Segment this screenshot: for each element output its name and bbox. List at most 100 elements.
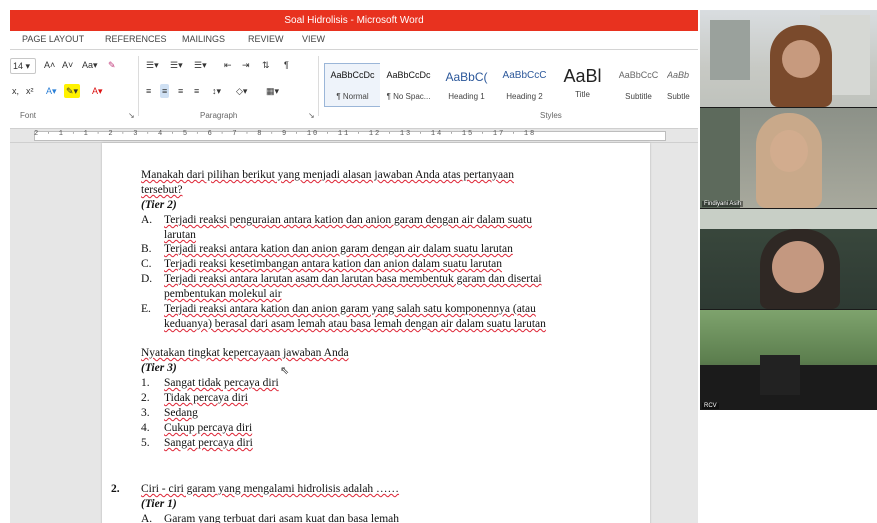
confidence-number: 5.	[141, 437, 150, 449]
participant-video-tile[interactable]: RCV	[700, 310, 877, 410]
increase-indent-icon[interactable]: ⇥	[240, 58, 252, 72]
confidence-option: Sangat percaya diri	[164, 437, 253, 449]
option-letter: A.	[141, 214, 153, 226]
shrink-font-icon[interactable]: A˅	[60, 58, 75, 72]
borders-icon[interactable]: ▦▾	[264, 84, 281, 98]
background-window	[710, 20, 750, 80]
line-spacing-icon[interactable]: ↕▾	[210, 84, 223, 98]
style-preview: AaBbC(	[445, 70, 488, 84]
grow-font-icon[interactable]: A˄	[42, 58, 57, 72]
option-text: Terjadi reaksi kesetimbangan antara kati…	[164, 258, 502, 270]
background-window	[700, 108, 740, 208]
style-name: Title	[575, 90, 590, 99]
text-effects-icon[interactable]: A▾	[44, 84, 59, 98]
divider	[138, 56, 139, 116]
question-prompt-cont: tersebut?	[141, 184, 183, 196]
option-text-cont: larutan	[164, 229, 196, 241]
style-name: Subtitle	[625, 92, 652, 101]
video-participants-panel: Findiyani Asih RCV	[700, 10, 877, 410]
participant-video-tile[interactable]	[700, 10, 877, 107]
style-preview: AaBl	[563, 66, 602, 86]
align-center-icon[interactable]: ≡	[160, 84, 170, 98]
tab-mailings[interactable]: MAILINGS	[182, 34, 225, 44]
tab-page-layout[interactable]: PAGE LAYOUT	[22, 34, 84, 44]
option-letter: C.	[141, 258, 152, 270]
tier-label: (Tier 3)	[141, 362, 177, 374]
divider	[318, 56, 319, 116]
participant-name: RCV	[702, 403, 719, 409]
option-text-cont: keduanya) berasal dari asam lemah atau b…	[164, 318, 546, 330]
participant-video-tile[interactable]	[700, 209, 877, 309]
bullets-icon[interactable]: ☰▾	[144, 58, 161, 72]
screen: Soal Hidrolisis - Microsoft Word PAGE LA…	[0, 0, 877, 523]
style-name: Subtle	[667, 92, 690, 101]
change-case-icon[interactable]: Aa▾	[80, 58, 100, 72]
confidence-number: 1.	[141, 377, 150, 389]
participant-name: Findiyani Asih	[702, 201, 744, 207]
tab-view[interactable]: VIEW	[302, 34, 325, 44]
decrease-indent-icon[interactable]: ⇤	[222, 58, 234, 72]
style-name: ¶ Normal	[336, 92, 369, 101]
subscript-icon[interactable]: x,	[10, 84, 21, 98]
window-title: Soal Hidrolisis - Microsoft Word	[10, 10, 698, 31]
word-window: Soal Hidrolisis - Microsoft Word PAGE LA…	[10, 10, 698, 523]
style-normal[interactable]: AaBbCcDc ¶ Normal	[324, 63, 381, 107]
participant-video-tile[interactable]: Findiyani Asih	[700, 108, 877, 208]
font-size-select[interactable]: 14 ▾	[10, 58, 36, 74]
justify-icon[interactable]: ≡	[192, 84, 201, 98]
confidence-number: 4.	[141, 422, 150, 434]
style-subtle[interactable]: AaBb Subtle	[666, 63, 698, 107]
style-title[interactable]: AaBl Title	[554, 63, 611, 107]
confidence-number: 2.	[141, 392, 150, 404]
numbering-icon[interactable]: ☰▾	[168, 58, 185, 72]
confidence-prompt: Nyatakan tingkat kepercayaan jawaban And…	[141, 347, 349, 359]
clear-formatting-icon[interactable]: ✎	[106, 58, 118, 72]
style-preview: AaBbCcC	[502, 70, 547, 81]
style-heading-1[interactable]: AaBbC( Heading 1	[438, 63, 495, 107]
option-text: Garam yang terbuat dari asam kuat dan ba…	[164, 513, 400, 523]
participant-face	[782, 40, 820, 78]
option-text: Terjadi reaksi antara kation dan anion g…	[164, 303, 536, 315]
style-heading-2[interactable]: AaBbCcC Heading 2	[496, 63, 553, 107]
sort-icon[interactable]: ⇅	[260, 58, 272, 72]
confidence-option: Sangat tidak percaya diri	[164, 377, 279, 389]
participant-face	[770, 130, 808, 172]
option-letter: D.	[141, 273, 153, 285]
style-preview: AaBbCcC	[618, 70, 659, 80]
highlight-icon[interactable]: ✎▾	[64, 84, 81, 98]
tab-references[interactable]: REFERENCES	[105, 34, 167, 44]
style-preview: AaBbCcDc	[330, 70, 375, 80]
style-no-spacing[interactable]: AaBbCcDc ¶ No Spac...	[380, 63, 437, 107]
multilevel-list-icon[interactable]: ☰▾	[192, 58, 209, 72]
style-preview: AaBb	[667, 70, 690, 80]
align-left-icon[interactable]: ≡	[144, 84, 153, 98]
background-ceiling	[700, 209, 877, 229]
shading-icon[interactable]: ◇▾	[234, 84, 249, 98]
confidence-option: Cukup percaya diri	[164, 422, 253, 434]
confidence-option: Tidak percaya diri	[164, 392, 248, 404]
font-color-icon[interactable]: A▾	[90, 84, 105, 98]
superscript-icon[interactable]: x²	[24, 84, 36, 98]
option-text-cont: pembentukan molekul air	[164, 288, 282, 300]
style-subtitle[interactable]: AaBbCcC Subtitle	[610, 63, 667, 107]
mouse-cursor-icon: ⇖	[280, 365, 290, 377]
paragraph-dialog-launcher-icon[interactable]: ↘	[308, 111, 315, 120]
group-font-label: Font	[20, 111, 37, 120]
option-letter: E.	[141, 303, 151, 315]
group-paragraph-label: Paragraph	[200, 111, 238, 120]
participant-blurred-shape	[760, 355, 800, 395]
font-size-value: 14	[13, 61, 24, 71]
align-right-icon[interactable]: ≡	[176, 84, 185, 98]
group-styles-label: Styles	[540, 111, 562, 120]
option-text: Terjadi reaksi penguraian antara kation …	[164, 214, 532, 226]
document-page[interactable]: Manakah dari pilihan berikut yang menjad…	[102, 143, 650, 523]
option-letter: B.	[141, 243, 152, 255]
font-dialog-launcher-icon[interactable]: ↘	[128, 111, 135, 120]
question-prompt: Ciri - ciri garam yang mengalami hidroli…	[141, 483, 400, 495]
confidence-option: Sedang	[164, 407, 198, 419]
option-text: Terjadi reaksi antara kation dan anion g…	[164, 243, 513, 255]
tier-label: (Tier 1)	[141, 498, 177, 510]
show-formatting-icon[interactable]: ¶	[282, 58, 291, 72]
ruler: 2 · 1 · 1 · 2 · 3 · 4 · 5 · 6 · 7 · 8 · …	[10, 129, 698, 143]
tab-review[interactable]: REVIEW	[248, 34, 284, 44]
